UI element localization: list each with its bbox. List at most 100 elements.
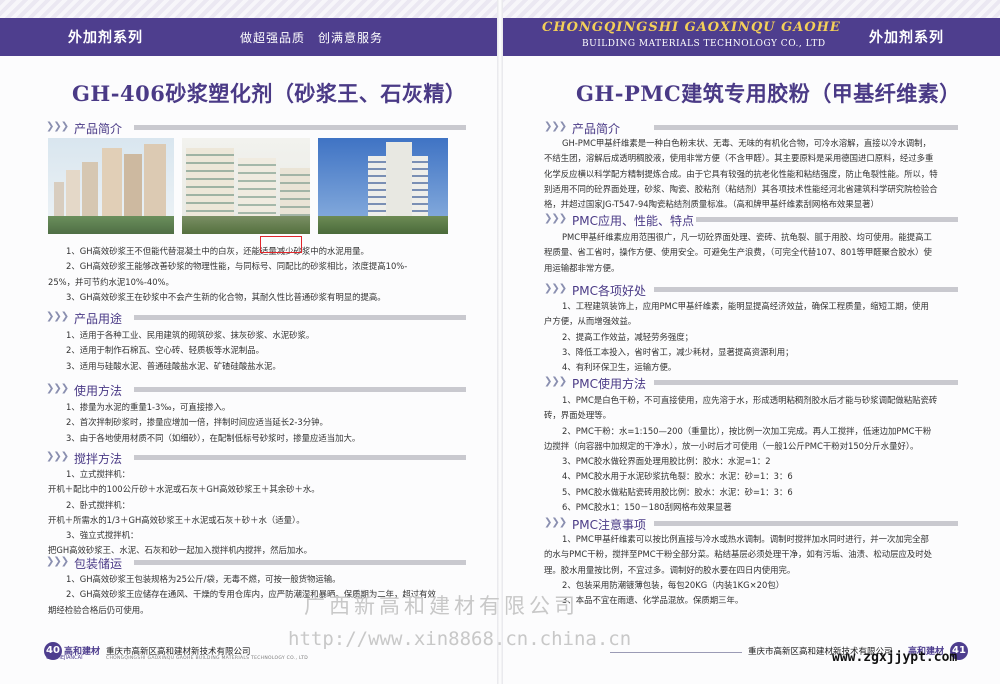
company-name-en-line1: CHONGQINGSHI GAOXINQU GAOHE xyxy=(542,20,841,35)
highlight-box xyxy=(260,236,302,253)
text-line: 1、立式搅拌机： xyxy=(66,469,130,479)
right-page: CHONGQINGSHI GAOXINQU GAOHE BUILDING MAT… xyxy=(500,0,1000,684)
text-line: 化学反应横以科学配方精制提炼合成。由于它具有较强的抗老化性能和粘结强度，防止龟裂… xyxy=(544,168,938,179)
building-photo-1 xyxy=(48,138,174,234)
section-rule xyxy=(134,125,466,130)
text-line: 户方便，从而增强效益。 xyxy=(544,316,637,327)
series-title: 外加剂系列 xyxy=(869,30,944,46)
text-line: 1、PMC是白色干粉，不可直接使用，应先溶于水，形成透明粘稠剂胶水后才能与砂浆调… xyxy=(562,395,938,405)
text-line: 1、掺量为水泥的重量1-3‰，可直接掺入。 xyxy=(66,402,231,412)
company-name-en-line2: BUILDING MATERIALS TECHNOLOGY CO., LTD xyxy=(582,39,826,49)
page-spine xyxy=(497,0,503,684)
text-line: 边搅拌（向容器中加规定的干净水），放一小时后才可使用（一般1公斤PMC干粉对15… xyxy=(544,440,919,451)
chevron-icon: ❯❯❯ xyxy=(46,556,69,567)
section-label: 使用方法 xyxy=(74,384,123,398)
benefits-text: 1、工程建筑装饰上，应用PMC甲基纤维素，能明显提高经济效益，确保工程质量，缩短… xyxy=(544,299,958,375)
product-heading: GH-406砂浆塑化剂（砂浆王、石灰精） xyxy=(72,81,467,106)
notes-text: 1、PMC甲基纤维素可以按比例直接与冷水或热水调制。调制时搅拌加水同时进行，并一… xyxy=(544,532,958,608)
text-line: 25%，并可节约水泥10%-40%。 xyxy=(48,276,174,287)
section-rule xyxy=(654,125,958,130)
text-line: 1、工程建筑装饰上，应用PMC甲基纤维素，能明显提高经济效益，确保工程质量，缩短… xyxy=(562,301,929,311)
section-label: PMC应用、性能、特点 xyxy=(572,214,694,228)
section-label: 产品简介 xyxy=(572,122,621,136)
text-line: 开机＋配比中的100公斤砂＋水泥或石灰＋GH高效砂浆王＋其余砂＋水。 xyxy=(48,484,320,495)
method-text: 1、掺量为水泥的重量1-3‰，可直接掺入。 2、首次拌制砂浆时，掺量应增加一倍，… xyxy=(48,400,458,446)
section-label: 产品用途 xyxy=(74,312,123,326)
section-label: PMC各项好处 xyxy=(572,284,646,298)
section-label: PMC使用方法 xyxy=(572,377,646,391)
text-line: 4、PMC胶水用于水泥砂浆抗龟裂：胶水：水泥：砂=1：3：6 xyxy=(562,471,793,482)
text-line: 开机＋所需水的1/3＋GH高效砂浆王＋水泥或石灰＋砂＋水（适量）。 xyxy=(48,514,305,525)
section-header-benefits: ❯❯❯ PMC各项好处 xyxy=(544,282,958,298)
intro-text: GH-PMC甲基纤维素是一种白色粉末状、无毒、无味的有机化合物，可冷水溶解，直接… xyxy=(544,136,958,212)
product-heading: GH-PMC建筑专用胶粉（甲基纤维素） xyxy=(576,81,961,106)
chevron-icon: ❯❯❯ xyxy=(544,121,567,132)
section-label: 包装储运 xyxy=(74,557,123,571)
chevron-icon: ❯❯❯ xyxy=(46,121,69,132)
text-line: 3、由于各地使用材质不同（如细砂），在配制低标号砂浆时，掺量应适当加大。 xyxy=(66,432,361,443)
section-header-intro: ❯❯❯ 产品简介 xyxy=(544,120,958,136)
section-rule xyxy=(134,455,466,460)
watermark-company: 广西新高和建材有限公司 xyxy=(304,594,579,618)
text-line: 程质量、省工省时，操作方便、使用安全。可避免生产浪费，（可完全代替107、801… xyxy=(544,247,932,258)
text-line: 的水与PMC干粉，搅拌至PMC干粉全部分菜。粘结基层必须处理干净，如有污垢、油渍… xyxy=(544,549,932,560)
text-line: 2、卧式搅拌机： xyxy=(66,499,130,510)
section-rule xyxy=(134,315,466,320)
mixing-text: 1、立式搅拌机： 开机＋配比中的100公斤砂＋水泥或石灰＋GH高效砂浆王＋其余砂… xyxy=(48,467,458,559)
company-name-en: CHONGQINGSHI GAOXINQU GAOHE BUILDING MAT… xyxy=(106,656,308,661)
chevron-icon: ❯❯❯ xyxy=(46,383,69,394)
text-line: 格，并超过国家JG-T547-94陶瓷粘结剂质量标准。（高和牌甲基纤维素刮网格布… xyxy=(544,199,879,210)
text-line: 不结生团，溶解后成透明稠胶液，使用非常方便（不含甲醛）。其主要原料是采用德国进口… xyxy=(544,153,934,164)
text-line: 砖，界面处理等。 xyxy=(544,410,611,421)
brand-name-en: GAOHEJIANCAI xyxy=(46,655,83,661)
header-pattern xyxy=(500,0,1000,18)
application-text: PMC甲基纤维素应用范围很广，凡一切砼界面处理、瓷砖、抗龟裂、腻于用胶、均可使用… xyxy=(544,230,958,276)
section-header-mixing: ❯❯❯ 搅拌方法 xyxy=(46,450,466,466)
chevron-icon: ❯❯❯ xyxy=(544,376,567,387)
text-line: GH-PMC甲基纤维素是一种白色粉末状、无毒、无味的有机化合物，可冷水溶解，直接… xyxy=(562,138,931,148)
text-line: 2、GH高效砂浆王能够改善砂浆的物理性能，与同标号、同配比的砂浆相比，浓度提高1… xyxy=(66,261,408,272)
text-line: 4、有利环保卫生，运输方便。 xyxy=(562,362,677,373)
text-line: PMC甲基纤维素应用范围很广，凡一切砼界面处理、瓷砖、抗龟裂、腻于用胶、均可使用… xyxy=(562,232,932,242)
chevron-icon: ❯❯❯ xyxy=(544,517,567,528)
building-photo-2 xyxy=(182,138,310,234)
text-line: 3、GH高效砂浆王在砂浆中不会产生新的化合物，其耐久性比普通砂浆有明显的提高。 xyxy=(66,291,386,302)
left-page: 外加剂系列 做超强品质 创满意服务 GH-406砂浆塑化剂（砂浆王、石灰精） ❯… xyxy=(0,0,500,684)
section-rule xyxy=(696,217,958,222)
section-header-intro: ❯❯❯ 产品简介 xyxy=(46,120,466,136)
section-label: PMC注意事项 xyxy=(572,518,646,532)
text-line: 1、PMC甲基纤维素可以按比例直接与冷水或热水调制。调制时搅拌加水同时进行，并一… xyxy=(562,534,929,544)
text-line: 6、PMC胶水1：150－180刮网格布效果显著 xyxy=(562,502,732,513)
header-pattern xyxy=(0,0,500,18)
section-rule xyxy=(654,521,958,526)
text-line: 理。胶水用量按比例，不宜过多。调制好的胶水要在四日内使用完。 xyxy=(544,564,796,575)
watermark-site: www.zgxjjypt.com xyxy=(832,650,958,665)
chevron-icon: ❯❯❯ xyxy=(46,451,69,462)
text-line: 1、GH高效砂浆王包装规格为25公斤/袋，无毒不燃，可按一般货物运输。 xyxy=(66,574,341,584)
section-header-method: ❯❯❯ PMC使用方法 xyxy=(544,375,958,391)
text-line: 3、強立式搅拌机： xyxy=(66,530,139,541)
usage-text: 1、适用于各种工业、民用建筑的砌筑砂浆、抹灰砂浆、水泥砂浆。 2、适用于制作石棉… xyxy=(48,328,458,374)
text-line: 2、包装采用防潮镀薄包装，每包20KG（内装1KG×20包） xyxy=(562,579,785,590)
chevron-icon: ❯❯❯ xyxy=(544,213,567,224)
footer-rule xyxy=(610,652,742,653)
text-line: 用运输都非常方便。 xyxy=(544,262,620,273)
section-header-application: ❯❯❯ PMC应用、性能、特点 xyxy=(544,212,958,228)
text-line: 2、PMC干粉：水=1:150—200（重量比），按比例一次加工完成。再人工搅拌… xyxy=(562,425,932,436)
section-label: 搅拌方法 xyxy=(74,452,123,466)
watermark-url: http://www.xin8868.cn.china.cn xyxy=(288,628,632,650)
text-line: 别适用不同的砼界面处理，砂浆、陶瓷、胶粘剂（粘结剂）其各项技术性能经河北省建筑科… xyxy=(544,183,938,194)
header-bar: CHONGQINGSHI GAOXINQU GAOHE BUILDING MAT… xyxy=(500,18,1000,56)
intro-text: 1、GH高效砂浆王不但能代替混凝土中的白灰，还能适量减少砂浆中的水泥用量。 2、… xyxy=(48,244,458,305)
series-title: 外加剂系列 xyxy=(68,30,143,46)
building-photo-3 xyxy=(318,138,448,234)
slogan: 做超强品质 创满意服务 xyxy=(240,31,384,45)
text-line: 3、本品不宜在雨遗、化学品混放。保质期三年。 xyxy=(562,595,744,606)
text-line: 5、PMC胶水做粘贴瓷砖用胶比例：胶水：水泥：砂=1：3：6 xyxy=(562,486,793,497)
chevron-icon: ❯❯❯ xyxy=(46,311,69,322)
text-line: 2、适用于制作石棉瓦、空心砖、轻质板等水泥制品。 xyxy=(66,345,264,356)
section-rule xyxy=(654,380,958,385)
section-rule xyxy=(134,387,466,392)
section-header-usage: ❯❯❯ 产品用途 xyxy=(46,310,466,326)
section-rule xyxy=(654,287,958,292)
